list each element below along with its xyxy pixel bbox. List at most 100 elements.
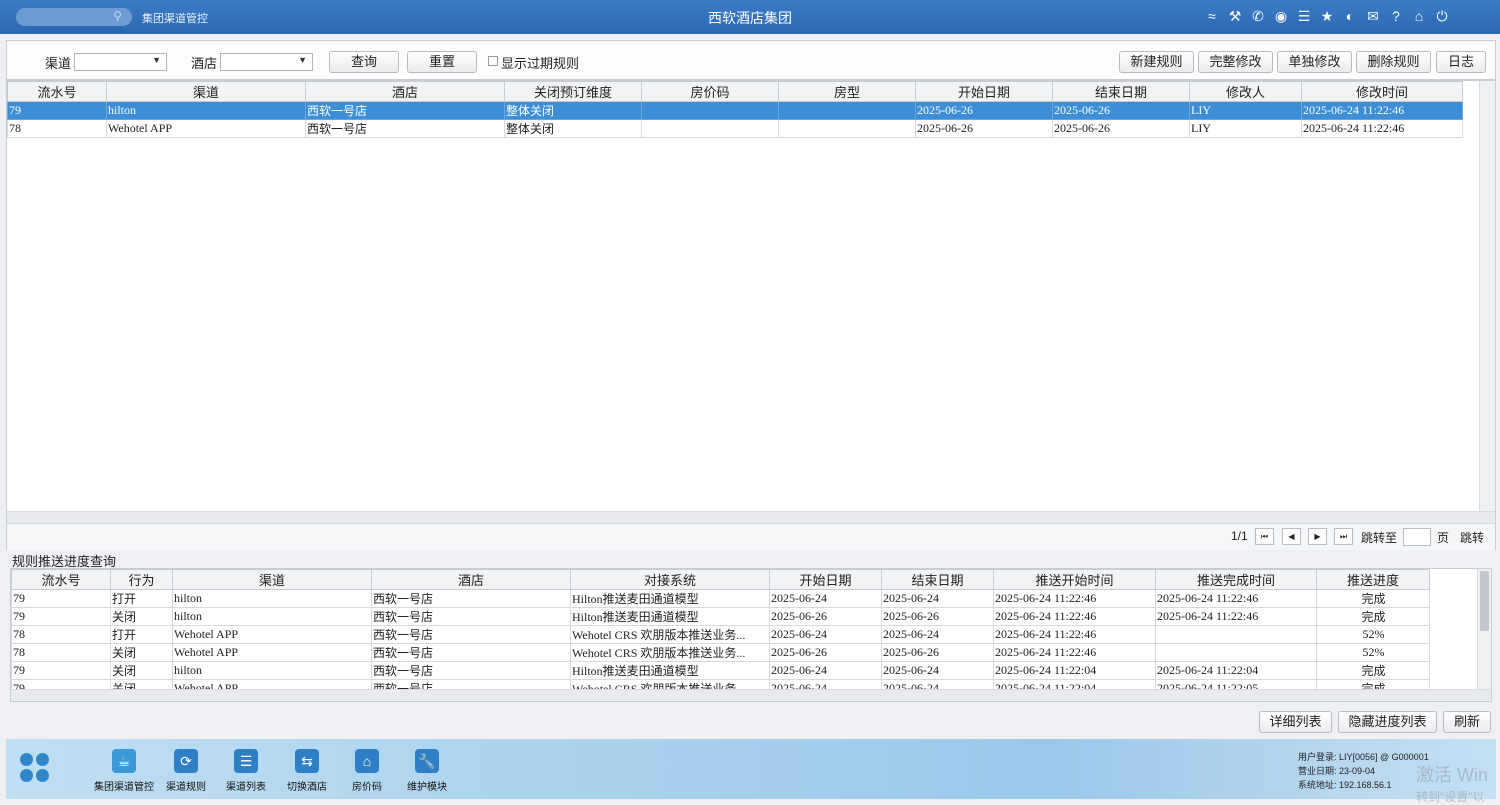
switch-icon: ⇆	[295, 749, 319, 773]
app-grid-icon[interactable]	[20, 753, 50, 783]
dock-item-channel-rules[interactable]: ⟳ 渠道规则	[154, 749, 218, 793]
menu-icon[interactable]: ☰	[1296, 7, 1312, 25]
chevron-down-icon: ▼	[152, 55, 161, 65]
column-header[interactable]: 推送完成时间	[1155, 569, 1317, 590]
cell-hotel: 西软一号店	[305, 119, 505, 138]
cell-system: Wehotel CRS 欢朋版本推送业务...	[570, 643, 770, 662]
refresh-button[interactable]: 刷新	[1443, 711, 1491, 733]
scrollbar-thumb[interactable]	[1480, 571, 1489, 631]
column-header[interactable]: 房型	[778, 81, 916, 102]
query-button[interactable]: 查询	[329, 51, 399, 73]
table-row[interactable]: 79 hilton 西软一号店 整体关闭 2025-06-26 2025-06-…	[7, 101, 1463, 120]
chevron-down-icon: ▼	[298, 55, 307, 65]
hotel-select[interactable]: ▼	[220, 53, 313, 71]
rules-table-panel: 流水号 渠道 酒店 关闭预订维度 房价码 房型 开始日期 结束日期 修改人 修改…	[6, 80, 1496, 550]
column-header[interactable]: 酒店	[371, 569, 571, 590]
cell-push-start: 2025-06-24 11:22:46	[993, 625, 1156, 644]
delete-rule-button[interactable]: 删除规则	[1356, 51, 1431, 73]
cell-start-date: 2025-06-24	[769, 589, 882, 608]
detail-list-button[interactable]: 详细列表	[1259, 711, 1332, 733]
star-icon[interactable]: ★	[1319, 7, 1335, 25]
table-row[interactable]: 78 Wehotel APP 西软一号店 整体关闭 2025-06-26 202…	[7, 119, 1463, 138]
column-header[interactable]: 推送进度	[1316, 569, 1430, 590]
hide-progress-button[interactable]: 隐藏进度列表	[1338, 711, 1437, 733]
wifi-icon[interactable]: ≈	[1204, 7, 1220, 25]
column-header[interactable]: 关闭预订维度	[504, 81, 642, 102]
table-row[interactable]: 78 打开 Wehotel APP 西软一号店 Wehotel CRS 欢朋版本推送业务…	[11, 625, 1430, 644]
prev-page-button[interactable]: ◀	[1282, 528, 1301, 545]
column-header[interactable]: 结束日期	[1052, 81, 1190, 102]
home-icon[interactable]: ⌂	[1411, 7, 1427, 25]
column-header[interactable]: 开始日期	[915, 81, 1053, 102]
single-edit-button[interactable]: 单独修改	[1277, 51, 1352, 73]
column-header[interactable]: 渠道	[172, 569, 372, 590]
cycle-icon: ⟳	[174, 749, 198, 773]
dock-item-channel-list[interactable]: ☰ 渠道列表	[214, 749, 278, 793]
system-address-text: 系统地址: 192.168.56.1	[1298, 780, 1392, 790]
tools-icon[interactable]: ⚒	[1227, 7, 1243, 25]
activation-watermark-sub: 转到"设置"以	[1416, 790, 1485, 804]
column-header[interactable]: 流水号	[11, 569, 111, 590]
table-row[interactable]: 78 关闭 Wehotel APP 西软一号店 Wehotel CRS 欢朋版本推送业务…	[11, 643, 1430, 662]
column-header[interactable]: 对接系统	[570, 569, 770, 590]
column-header[interactable]: 酒店	[305, 81, 505, 102]
power-icon[interactable]: ⏻	[1434, 7, 1450, 25]
vertical-scrollbar[interactable]	[1477, 569, 1491, 689]
full-edit-button[interactable]: 完整修改	[1198, 51, 1273, 73]
search-icon[interactable]: ⚲	[113, 9, 122, 23]
last-page-button[interactable]: ⏭	[1334, 528, 1353, 545]
cell-serial: 78	[11, 625, 111, 644]
cell-progress: 52%	[1316, 643, 1430, 662]
log-button[interactable]: 日志	[1436, 51, 1486, 73]
column-header[interactable]: 修改时间	[1301, 81, 1463, 102]
reset-button[interactable]: 重置	[407, 51, 477, 73]
horizontal-scrollbar[interactable]	[11, 689, 1491, 701]
show-expired-checkbox[interactable]	[488, 56, 498, 66]
cell-serial: 78	[11, 643, 111, 662]
column-header[interactable]: 修改人	[1189, 81, 1302, 102]
phone-icon[interactable]: ✆	[1250, 7, 1266, 25]
page-number-input[interactable]	[1403, 528, 1431, 546]
channel-select[interactable]: ▼	[74, 53, 167, 71]
vertical-scrollbar[interactable]	[1479, 81, 1495, 511]
cell-close-dimension: 整体关闭	[504, 101, 642, 120]
cell-push-start: 2025-06-24 11:22:46	[993, 643, 1156, 662]
cell-system: Wehotel CRS 欢朋版本推送业务...	[570, 625, 770, 644]
dock-bar: ☕ 集团渠道管控 ⟳ 渠道规则 ☰ 渠道列表 ⇆ 切换酒店 ⌂ 房价码 🔧 维护…	[6, 739, 1496, 799]
dock-item-maintenance[interactable]: 🔧 维护模块	[395, 749, 459, 793]
header-toolbar: ≈ ⚒ ✆ ◉ ☰ ★ ◐ ✉ ? ⌂ ⏻	[1204, 7, 1450, 25]
column-header[interactable]: 开始日期	[769, 569, 882, 590]
dock-item-rate-code[interactable]: ⌂ 房价码	[335, 749, 399, 793]
mail-icon[interactable]: ✉	[1365, 7, 1381, 25]
cell-serial: 79	[11, 607, 111, 626]
column-header[interactable]: 房价码	[641, 81, 779, 102]
theme-icon[interactable]: ◐	[1342, 7, 1358, 25]
channel-label: 渠道	[45, 56, 72, 71]
new-rule-button[interactable]: 新建规则	[1119, 51, 1194, 73]
module-title: 集团渠道管控	[142, 13, 208, 25]
jump-button[interactable]: 跳转	[1460, 529, 1484, 546]
bottom-actions: 详细列表 隐藏进度列表 刷新	[0, 708, 1500, 736]
column-header[interactable]: 渠道	[106, 81, 306, 102]
cell-serial: 79	[11, 589, 111, 608]
first-page-button[interactable]: ⏮	[1255, 528, 1274, 545]
table-row[interactable]: 79 关闭 hilton 西软一号店 Hilton推送麦田通道模型 2025-06-24 2…	[11, 661, 1430, 680]
cell-action: 关闭	[110, 661, 173, 680]
dock-item-switch-hotel[interactable]: ⇆ 切换酒店	[275, 749, 339, 793]
cell-push-end	[1155, 625, 1317, 644]
table-row[interactable]: 79 打开 hilton 西软一号店 Hilton推送麦田通道模型 2025-06-24 2…	[11, 589, 1430, 608]
palette-icon[interactable]: ◉	[1273, 7, 1289, 25]
dock-item-channel-control[interactable]: ☕ 集团渠道管控	[92, 749, 156, 793]
column-header[interactable]: 推送开始时间	[993, 569, 1156, 590]
column-header[interactable]: 流水号	[7, 81, 107, 102]
list-icon: ☰	[234, 749, 258, 773]
next-page-button[interactable]: ▶	[1308, 528, 1327, 545]
search-input[interactable]: ⚲	[16, 8, 132, 26]
table-row[interactable]: 79 关闭 hilton 西软一号店 Hilton推送麦田通道模型 2025-06-26 2…	[11, 607, 1430, 626]
help-icon[interactable]: ?	[1388, 7, 1404, 25]
column-header[interactable]: 行为	[110, 569, 173, 590]
column-header[interactable]: 结束日期	[881, 569, 994, 590]
horizontal-scrollbar[interactable]	[7, 511, 1495, 523]
cell-hotel: 西软一号店	[371, 643, 571, 662]
cell-end-date: 2025-06-24	[881, 589, 994, 608]
